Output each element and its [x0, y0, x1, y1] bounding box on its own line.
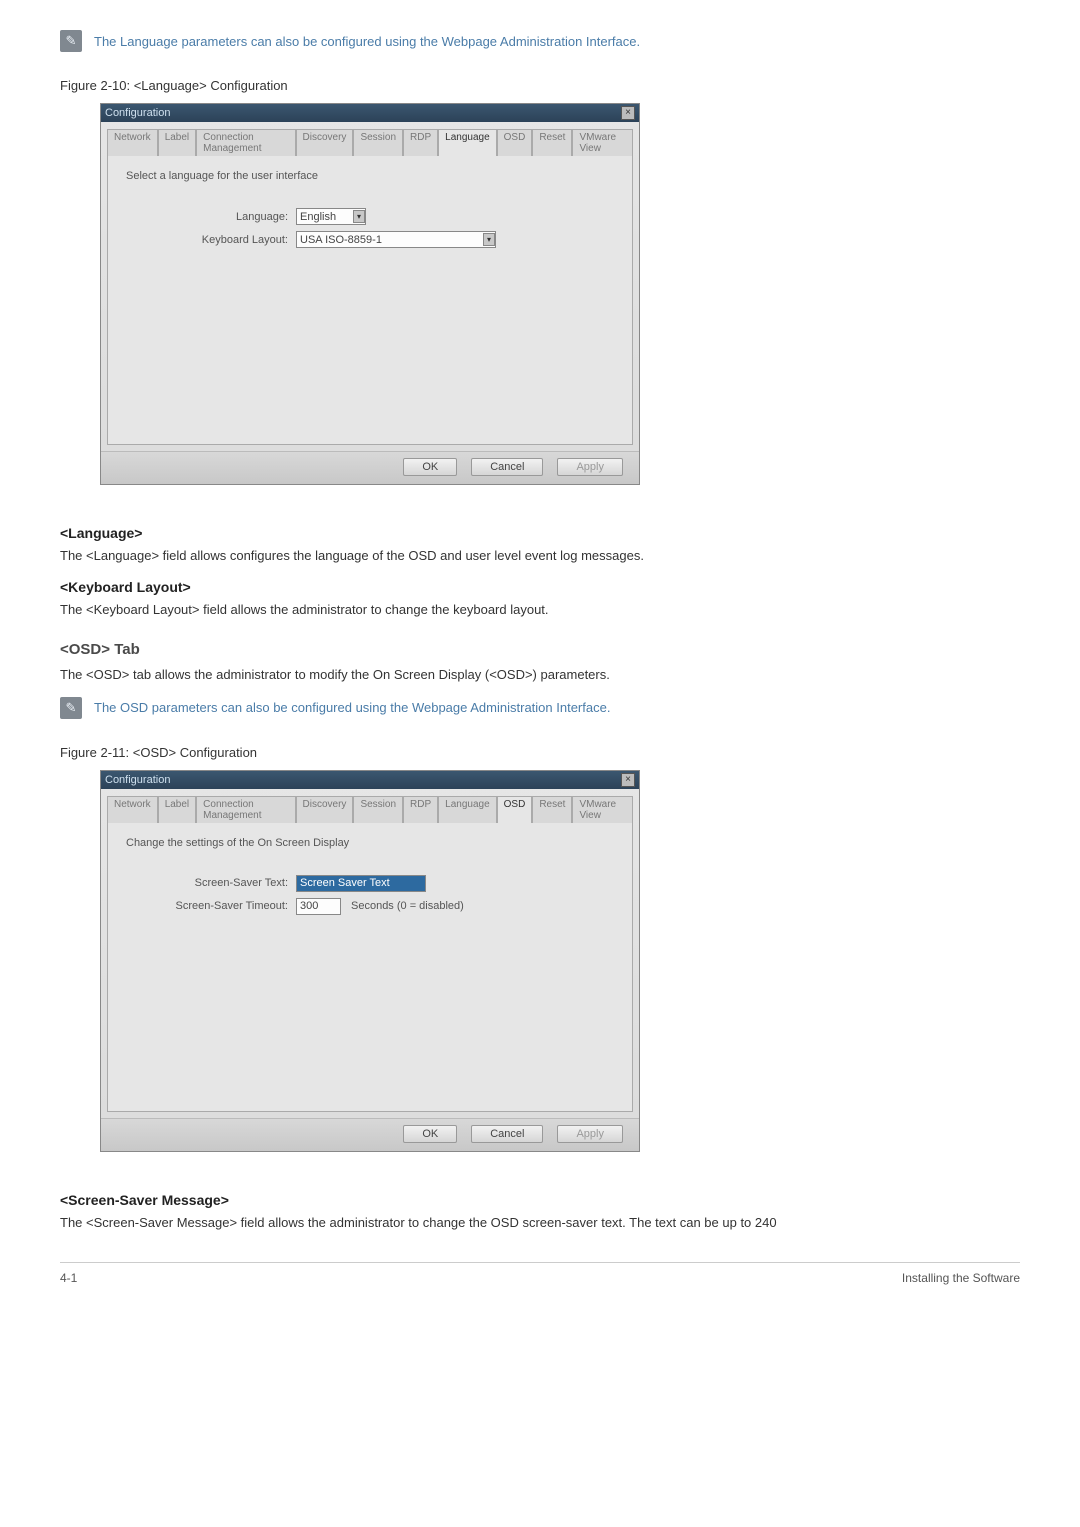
- paragraph-screensaver-message: The <Screen-Saver Message> field allows …: [60, 1214, 1020, 1232]
- heading-osd-tab: <OSD> Tab: [60, 641, 1020, 658]
- close-icon[interactable]: ×: [621, 106, 635, 120]
- note-icon: ✎: [60, 697, 82, 719]
- dialog-button-row: OK Cancel Apply: [101, 451, 639, 484]
- paragraph-osd-tab: The <OSD> tab allows the administrator t…: [60, 666, 1020, 684]
- footer-section-title: Installing the Software: [902, 1271, 1020, 1285]
- screensaver-timeout-input[interactable]: 300: [296, 898, 341, 915]
- tab-session[interactable]: Session: [353, 129, 403, 156]
- form-row-language: Language: English ▾: [126, 208, 614, 225]
- apply-button[interactable]: Apply: [557, 1125, 623, 1143]
- chevron-down-icon: ▾: [353, 210, 365, 223]
- tab-discovery[interactable]: Discovery: [296, 796, 354, 823]
- screensaver-text-value: Screen Saver Text: [300, 877, 390, 889]
- ok-button[interactable]: OK: [403, 1125, 457, 1143]
- form-row-screensaver-text: Screen-Saver Text: Screen Saver Text: [126, 875, 614, 892]
- screensaver-timeout-value: 300: [300, 900, 318, 912]
- screensaver-text-input[interactable]: Screen Saver Text: [296, 875, 426, 892]
- tab-connection-management[interactable]: Connection Management: [196, 129, 295, 156]
- tab-language[interactable]: Language: [438, 796, 497, 823]
- dialog-title: Configuration: [105, 107, 170, 119]
- tab-vmware-view[interactable]: VMware View: [572, 129, 633, 156]
- tab-language[interactable]: Language: [438, 129, 497, 156]
- dialog-title: Configuration: [105, 774, 170, 786]
- apply-button[interactable]: Apply: [557, 458, 623, 476]
- note-osd: ✎ The OSD parameters can also be configu…: [60, 697, 1020, 719]
- language-select[interactable]: English ▾: [296, 208, 366, 225]
- close-icon[interactable]: ×: [621, 773, 635, 787]
- screensaver-text-label: Screen-Saver Text:: [126, 877, 296, 889]
- tab-connection-management[interactable]: Connection Management: [196, 796, 295, 823]
- tab-strip: Network Label Connection Management Disc…: [101, 122, 639, 155]
- page-footer: 4-1 Installing the Software: [60, 1262, 1020, 1285]
- tab-osd[interactable]: OSD: [497, 129, 533, 156]
- tab-osd[interactable]: OSD: [497, 796, 533, 823]
- dialog-titlebar: Configuration ×: [101, 104, 639, 122]
- form-row-screensaver-timeout: Screen-Saver Timeout: 300 Seconds (0 = d…: [126, 898, 614, 915]
- heading-screensaver-message: <Screen-Saver Message>: [60, 1192, 1020, 1208]
- note-language: ✎ The Language parameters can also be co…: [60, 30, 1020, 52]
- cancel-button[interactable]: Cancel: [471, 1125, 543, 1143]
- configuration-dialog-language: Configuration × Network Label Connection…: [100, 103, 640, 485]
- tab-reset[interactable]: Reset: [532, 129, 572, 156]
- dialog-button-row: OK Cancel Apply: [101, 1118, 639, 1151]
- tab-reset[interactable]: Reset: [532, 796, 572, 823]
- note-text: The Language parameters can also be conf…: [94, 34, 640, 49]
- screensaver-timeout-note: Seconds (0 = disabled): [351, 900, 464, 912]
- figure-2-10-caption: Figure 2-10: <Language> Configuration: [60, 78, 1020, 93]
- footer-page-number: 4-1: [60, 1271, 77, 1285]
- tab-body: Change the settings of the On Screen Dis…: [107, 822, 633, 1112]
- tab-rdp[interactable]: RDP: [403, 129, 438, 156]
- tab-intro: Change the settings of the On Screen Dis…: [126, 837, 614, 849]
- heading-keyboard-layout: <Keyboard Layout>: [60, 579, 1020, 595]
- tab-label[interactable]: Label: [158, 796, 196, 823]
- form-row-keyboard: Keyboard Layout: USA ISO-8859-1 ▾: [126, 231, 614, 248]
- tab-intro: Select a language for the user interface: [126, 170, 614, 182]
- tab-label[interactable]: Label: [158, 129, 196, 156]
- tab-network[interactable]: Network: [107, 796, 158, 823]
- ok-button[interactable]: OK: [403, 458, 457, 476]
- figure-2-11-caption: Figure 2-11: <OSD> Configuration: [60, 745, 1020, 760]
- tab-body: Select a language for the user interface…: [107, 155, 633, 445]
- keyboard-value: USA ISO-8859-1: [300, 234, 382, 246]
- heading-language: <Language>: [60, 525, 1020, 541]
- configuration-dialog-osd: Configuration × Network Label Connection…: [100, 770, 640, 1152]
- tab-discovery[interactable]: Discovery: [296, 129, 354, 156]
- tab-vmware-view[interactable]: VMware View: [572, 796, 633, 823]
- paragraph-keyboard-layout: The <Keyboard Layout> field allows the a…: [60, 601, 1020, 619]
- language-value: English: [300, 211, 336, 223]
- tab-network[interactable]: Network: [107, 129, 158, 156]
- language-label: Language:: [126, 211, 296, 223]
- dialog-titlebar: Configuration ×: [101, 771, 639, 789]
- chevron-down-icon: ▾: [483, 233, 495, 246]
- screensaver-timeout-label: Screen-Saver Timeout:: [126, 900, 296, 912]
- paragraph-language: The <Language> field allows configures t…: [60, 547, 1020, 565]
- tab-rdp[interactable]: RDP: [403, 796, 438, 823]
- tab-strip: Network Label Connection Management Disc…: [101, 789, 639, 822]
- keyboard-select[interactable]: USA ISO-8859-1 ▾: [296, 231, 496, 248]
- tab-session[interactable]: Session: [353, 796, 403, 823]
- note-text: The OSD parameters can also be configure…: [94, 700, 610, 715]
- note-icon: ✎: [60, 30, 82, 52]
- cancel-button[interactable]: Cancel: [471, 458, 543, 476]
- keyboard-label: Keyboard Layout:: [126, 234, 296, 246]
